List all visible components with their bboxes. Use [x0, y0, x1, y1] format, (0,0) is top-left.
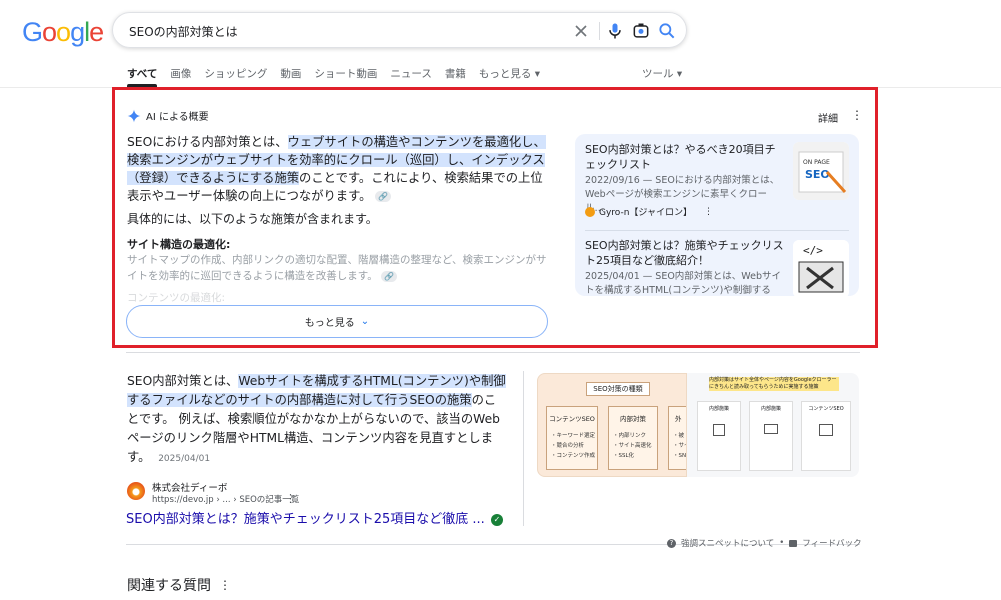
source-card-title[interactable]: SEO内部対策とは？やるべき20項目チェックリスト — [585, 142, 785, 172]
tab-more[interactable]: もっと見る ▾ — [479, 66, 540, 81]
ai-overview-summary: SEOにおける内部対策とは、ウェブサイトの構造やコンテンツを最適化し、検索エンジ… — [127, 135, 546, 203]
image-title: SEO対策の種類 — [586, 382, 650, 396]
section-divider — [126, 352, 860, 353]
chevron-down-icon: ⌄ — [360, 316, 370, 327]
source-card-snippet: 2025/04/01 — SEO内部対策とは、Webサイトを構成するHTML(コ… — [585, 271, 782, 296]
image-column: コンテンツSEO — [801, 401, 851, 471]
tab-all[interactable]: すべて — [127, 66, 158, 87]
more-options-icon[interactable]: ⋮ — [704, 207, 713, 217]
svg-text:SEO: SEO — [805, 168, 830, 181]
snippet-vertical-divider — [523, 371, 524, 526]
search-box[interactable]: SEOの内部対策とは — [112, 12, 687, 48]
tab-videos[interactable]: 動画 — [280, 66, 301, 81]
ai-detail-link[interactable]: 詳細 — [818, 110, 838, 125]
image-column: 内部対策 ・内部リンク ・サイト高速化 ・SSL化 — [608, 406, 658, 470]
card-divider — [585, 230, 849, 231]
svg-text:</>: </> — [803, 244, 823, 257]
link-icon[interactable]: 🔗 — [375, 191, 392, 202]
featured-snippet-text: SEO内部対策とは、Webサイトを構成するHTML(コンテンツ)や制御するファイ… — [127, 374, 506, 464]
google-logo[interactable]: Google — [22, 17, 104, 48]
footer-bullet: • — [779, 538, 785, 548]
image-column: 内部施策 — [697, 401, 741, 471]
search-input[interactable]: SEOの内部対策とは — [129, 23, 238, 40]
tools-button[interactable]: ツール ▾ — [642, 66, 682, 81]
ai-overview-header: AI による概要 — [127, 108, 209, 123]
snippet-image-internal-measures[interactable]: 内部対策はサイト全体やページ内容をGoogleクローラーにきちんと読み取ってもら… — [687, 373, 859, 477]
svg-text:ON PAGE: ON PAGE — [803, 159, 830, 166]
image-column: 外 ・被・サイ・SNS — [668, 406, 686, 470]
feedback-icon — [789, 539, 798, 547]
image-title: 内部対策はサイト全体やページ内容をGoogleクローラーにきちんと読み取ってもら… — [709, 377, 839, 391]
lens-icon[interactable] — [631, 21, 651, 41]
tab-books[interactable]: 書籍 — [445, 66, 466, 81]
image-column: コンテンツSEO ・キーワード選定 ・競合の分析 ・コンテンツ作成 — [546, 406, 598, 470]
tab-news[interactable]: ニュース — [390, 66, 431, 81]
mic-icon[interactable] — [605, 21, 625, 41]
snippet-date: 2025/04/01 — [158, 454, 211, 464]
more-options-icon[interactable]: ⋮ — [851, 108, 863, 122]
image-column: 内部施策 — [749, 401, 793, 471]
site-name[interactable]: 株式会社ディーボ — [152, 480, 227, 494]
ai-overview-subheading: サイト構造の最適化: — [127, 238, 231, 251]
tab-images[interactable]: 画像 — [170, 66, 191, 81]
ai-overview-specific: 具体的には、以下のような施策が含まれます。 — [127, 212, 378, 226]
verified-check-icon: ✓ — [490, 513, 503, 526]
about-snippets-link[interactable]: 強調スニペットについて — [681, 537, 774, 549]
gyron-favicon-icon — [585, 206, 595, 217]
chevron-down-icon: ▾ — [534, 68, 540, 80]
source-card-thumbnail[interactable]: </> — [793, 240, 849, 296]
search-tabs: すべて 画像 ショッピング 動画 ショート動画 ニュース 書籍 もっと見る ▾ — [127, 66, 553, 87]
search-icon[interactable] — [657, 21, 677, 41]
seo-notebook-image-icon: ON PAGE SEO — [793, 142, 849, 200]
more-options-icon[interactable]: ⋮ — [285, 492, 296, 505]
show-more-button[interactable]: もっと見る ⌄ — [126, 305, 548, 338]
tab-shopping[interactable]: ショッピング — [204, 66, 267, 81]
ai-source-cards: SEO内部対策とは？やるべき20項目チェックリスト 2022/09/16 — S… — [575, 134, 859, 296]
snippet-image-seo-types[interactable]: SEO対策の種類 コンテンツSEO ・キーワード選定 ・競合の分析 ・コンテンツ作成… — [537, 373, 687, 477]
source-card-thumbnail[interactable]: ON PAGE SEO — [793, 142, 849, 200]
ai-overview-label: AI による概要 — [146, 112, 209, 123]
tab-short-videos[interactable]: ショート動画 — [314, 66, 377, 81]
gemini-sparkle-icon — [127, 109, 141, 122]
link-icon[interactable]: 🔗 — [381, 270, 398, 282]
result-title-link[interactable]: SEO内部対策とは？施策やチェックリスト25項目など徹底 ... ✓ — [126, 508, 503, 527]
snippet-footer: ? 強調スニペットについて • フィードバック — [667, 537, 862, 549]
more-options-icon[interactable]: ⋮ — [219, 578, 231, 592]
source-card-site: Gyro-n【ジャイロン】 ⋮ — [585, 205, 713, 218]
feedback-link[interactable]: フィードバック — [802, 537, 861, 549]
chevron-down-icon: ▾ — [676, 68, 683, 80]
help-icon: ? — [667, 538, 676, 548]
site-url[interactable]: https://devo.jp › ... › SEOの記事一覧 — [152, 493, 299, 505]
ai-overview-faded-heading: コンテンツの最適化: — [127, 292, 226, 304]
clear-icon[interactable] — [571, 21, 591, 41]
code-tools-image-icon: </> — [793, 240, 849, 296]
devo-favicon-icon[interactable] — [127, 482, 145, 500]
ai-overview-subtext: サイトマップの作成、内部リンクの適切な配置、階層構造の整理など、検索エンジンがサ… — [127, 254, 547, 282]
source-card-title[interactable]: SEO内部対策とは？施策やチェックリスト25項目など徹底紹介！ — [585, 238, 785, 268]
related-questions-heading: 関連する質問 ⋮ — [127, 578, 231, 594]
search-divider — [599, 22, 600, 40]
